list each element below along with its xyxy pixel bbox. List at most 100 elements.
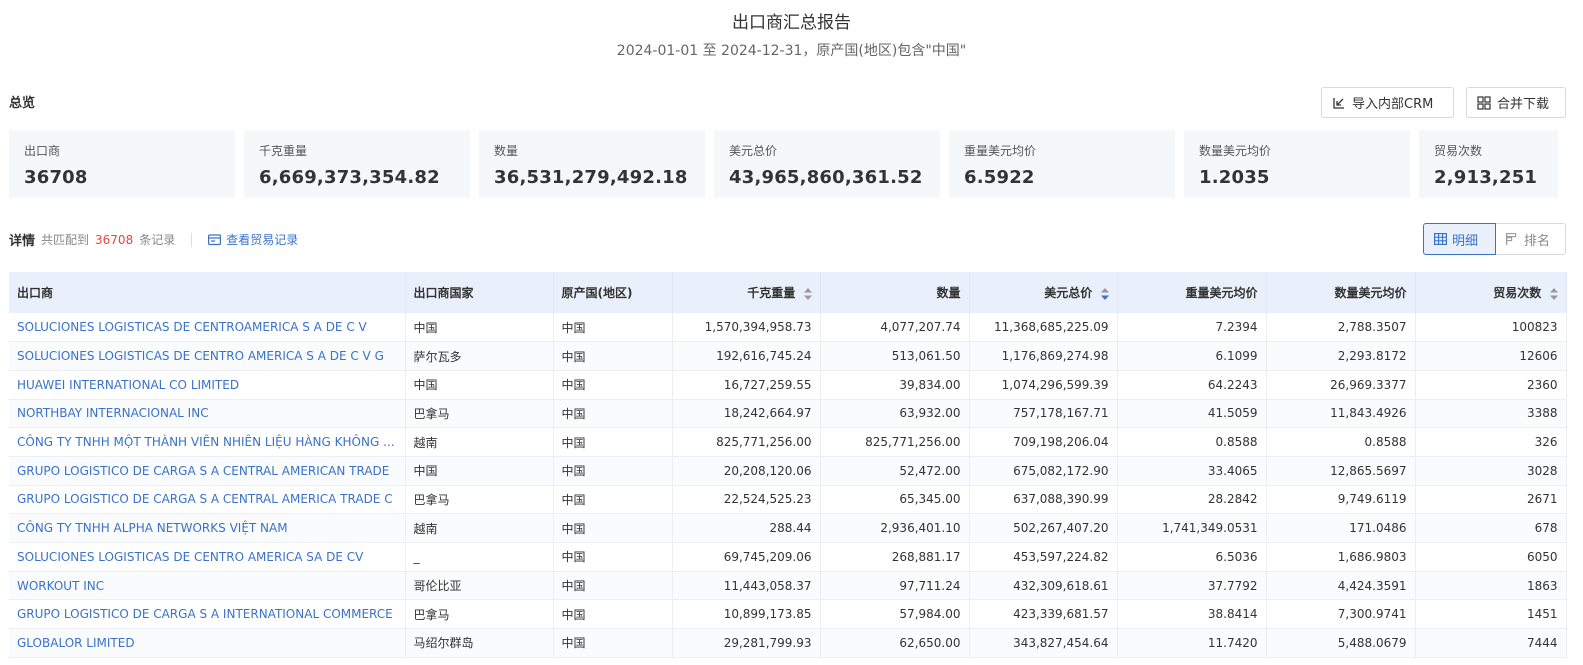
match-prefix: 共匹配到 bbox=[41, 233, 90, 247]
column-header-qty-usd-avg[interactable]: 数量美元均价 bbox=[1266, 272, 1416, 313]
sort-icon[interactable] bbox=[803, 287, 812, 300]
stat-value: 6.5922 bbox=[964, 167, 1035, 188]
stat-value: 43,965,860,361.52 bbox=[729, 167, 923, 188]
exporter-name-link[interactable]: NORTHBAY INTERNACIONAL INC bbox=[9, 399, 406, 429]
sort-desc-icon[interactable] bbox=[1100, 287, 1109, 300]
column-label: 千克重量 bbox=[747, 286, 796, 300]
table-cell: 513,061.50 bbox=[820, 341, 970, 371]
stat-label: 贸易次数 bbox=[1434, 144, 1483, 158]
column-header-origin-country[interactable]: 原产国(地区) bbox=[553, 272, 673, 313]
stat-card-weight-avg: 重量美元均价 6.5922 bbox=[949, 130, 1175, 198]
exporter-name-link[interactable]: WORKOUT INC bbox=[9, 571, 406, 601]
table-row[interactable]: GRUPO LOGISTICO DE CARGA S A INTERNATION… bbox=[9, 599, 1567, 630]
stat-label: 千克重量 bbox=[259, 144, 308, 158]
table-cell: 6050 bbox=[1415, 542, 1567, 572]
table-row[interactable]: HUAWEI INTERNATIONAL CO LIMITED 中国 中国 16,72… bbox=[9, 370, 1567, 400]
exporter-name-link[interactable]: CÔNG TY TNHH MỘT THÀNH VIÊN NHIÊN LIỆU H… bbox=[9, 427, 406, 457]
table-cell: 12,865.5697 bbox=[1266, 456, 1416, 486]
column-header-weight-usd-avg[interactable]: 重量美元均价 bbox=[1117, 272, 1267, 313]
stat-label: 出口商 bbox=[24, 144, 61, 158]
table-cell: 709,198,206.04 bbox=[969, 427, 1118, 457]
table-cell: 432,309,618.61 bbox=[969, 571, 1118, 601]
stat-value: 36,531,279,492.18 bbox=[494, 167, 688, 188]
table-cell: 757,178,167.71 bbox=[969, 399, 1118, 429]
table-cell: 哥伦比亚 bbox=[405, 571, 554, 601]
table-row[interactable]: SOLUCIONES LOGISTICAS DE CENTRO AMERICA … bbox=[9, 341, 1567, 371]
exporter-name-link[interactable]: CÔNG TY TNHH ALPHA NETWORKS VIỆT NAM bbox=[9, 513, 406, 543]
table-cell: 18,242,664.97 bbox=[672, 399, 821, 429]
stats-row: 出口商 36708 千克重量 6,669,373,354.82 数量 36,53… bbox=[9, 130, 1558, 198]
view-rank-label: 排名 bbox=[1524, 233, 1551, 249]
stat-label: 美元总价 bbox=[729, 144, 778, 158]
exporter-name-link[interactable]: SOLUCIONES LOGISTICAS DE CENTROAMERICA S… bbox=[9, 313, 406, 343]
table-row[interactable]: GRUPO LOGISTICO DE CARGA S A CENTRAL AME… bbox=[9, 485, 1567, 515]
column-header-usd-total[interactable]: 美元总价 bbox=[969, 272, 1118, 313]
table-cell: 637,088,390.99 bbox=[969, 485, 1118, 515]
merge-download-button[interactable]: 合并下载 bbox=[1466, 87, 1566, 118]
table-cell: 453,597,224.82 bbox=[969, 542, 1118, 572]
table-row[interactable]: GRUPO LOGISTICO DE CARGA S A CENTRAL AME… bbox=[9, 456, 1567, 486]
table-cell: 越南 bbox=[405, 427, 554, 457]
match-count: 36708 bbox=[95, 232, 134, 247]
table-cell: 11,843.4926 bbox=[1266, 399, 1416, 429]
exporter-name-link[interactable]: GRUPO LOGISTICO DE CARGA S A CENTRAL AME… bbox=[9, 485, 406, 515]
column-header-exporter-country[interactable]: 出口商国家 bbox=[405, 272, 554, 313]
column-label: 数量 bbox=[936, 286, 961, 300]
table-row[interactable]: SOLUCIONES LOGISTICAS DE CENTRO AMERICA … bbox=[9, 542, 1567, 572]
table-cell: 7444 bbox=[1415, 628, 1567, 658]
table-cell: 825,771,256.00 bbox=[820, 427, 970, 457]
stat-label: 重量美元均价 bbox=[964, 144, 1037, 158]
exporter-name-link[interactable]: GRUPO LOGISTICO DE CARGA S A INTERNATION… bbox=[9, 599, 406, 630]
table-cell: 64.2243 bbox=[1117, 370, 1267, 400]
sort-icon[interactable] bbox=[1549, 287, 1558, 300]
exporter-name-link[interactable]: SOLUCIONES LOGISTICAS DE CENTRO AMERICA … bbox=[9, 542, 406, 572]
column-header-weight-kg[interactable]: 千克重量 bbox=[672, 272, 821, 313]
stat-label: 数量美元均价 bbox=[1199, 144, 1272, 158]
stat-card-trades: 贸易次数 2,913,251 bbox=[1419, 130, 1558, 198]
import-crm-button[interactable]: 导入内部CRM bbox=[1321, 87, 1454, 118]
table-cell: 39,834.00 bbox=[820, 370, 970, 400]
table-row[interactable]: WORKOUT INC 哥伦比亚 中国 11,443,058.37 97,711.24 4… bbox=[9, 571, 1567, 601]
exporter-name-link[interactable]: GRUPO LOGISTICO DE CARGA S A CENTRAL AME… bbox=[9, 456, 406, 486]
column-label: 数量美元均价 bbox=[1334, 286, 1407, 300]
view-trade-records-link[interactable]: 查看贸易记录 bbox=[208, 231, 298, 248]
table-row[interactable]: SOLUCIONES LOGISTICAS DE CENTROAMERICA S… bbox=[9, 313, 1567, 343]
table-cell: 4,424.3591 bbox=[1266, 571, 1416, 601]
view-rank-button[interactable]: 排名 bbox=[1496, 223, 1566, 255]
table-cell: 502,267,407.20 bbox=[969, 513, 1118, 543]
view-trade-records-label: 查看贸易记录 bbox=[226, 233, 299, 247]
table-cell: 中国 bbox=[553, 485, 673, 515]
table-row[interactable]: NORTHBAY INTERNACIONAL INC 巴拿马 中国 18,242,66… bbox=[9, 399, 1567, 429]
trade-records-icon bbox=[208, 233, 222, 245]
stat-label: 数量 bbox=[494, 144, 519, 158]
table-row[interactable]: CÔNG TY TNHH MỘT THÀNH VIÊN NHIÊN LIỆU H… bbox=[9, 427, 1567, 457]
table-cell: 马绍尔群岛 bbox=[405, 628, 554, 658]
table-cell: 巴拿马 bbox=[405, 599, 554, 630]
table-cell: 343,827,454.64 bbox=[969, 628, 1118, 658]
column-header-trade-count[interactable]: 贸易次数 bbox=[1415, 272, 1567, 313]
exporter-name-link[interactable]: SOLUCIONES LOGISTICAS DE CENTRO AMERICA … bbox=[9, 341, 406, 371]
table-cell: 69,745,209.06 bbox=[672, 542, 821, 572]
stat-card-weight: 千克重量 6,669,373,354.82 bbox=[244, 130, 470, 198]
table-cell: 中国 bbox=[553, 542, 673, 572]
column-header-quantity[interactable]: 数量 bbox=[820, 272, 970, 313]
table-cell: 423,339,681.57 bbox=[969, 599, 1118, 630]
column-label: 原产国(地区) bbox=[561, 286, 633, 300]
table-row[interactable]: CÔNG TY TNHH ALPHA NETWORKS VIỆT NAM 越南 中国… bbox=[9, 513, 1567, 543]
column-label: 重量美元均价 bbox=[1185, 286, 1258, 300]
table-cell: 100823 bbox=[1415, 313, 1567, 343]
exporter-name-link[interactable]: GLOBALOR LIMITED bbox=[9, 628, 406, 658]
table-cell: 1451 bbox=[1415, 599, 1567, 630]
table-cell: 28.2842 bbox=[1117, 485, 1267, 515]
table-cell: 4,077,207.74 bbox=[820, 313, 970, 343]
table-row[interactable]: GLOBALOR LIMITED 马绍尔群岛 中国 29,281,799.93 62,6… bbox=[9, 628, 1567, 658]
table-cell: 中国 bbox=[553, 513, 673, 543]
column-header-exporter[interactable]: 出口商 bbox=[9, 272, 406, 313]
view-detail-label: 明细 bbox=[1452, 233, 1479, 249]
view-toggle: 明细 排名 bbox=[1423, 223, 1566, 255]
exporter-name-link[interactable]: HUAWEI INTERNATIONAL CO LIMITED bbox=[9, 370, 406, 400]
table-cell: 中国 bbox=[553, 427, 673, 457]
view-detail-button[interactable]: 明细 bbox=[1423, 223, 1496, 255]
table-cell: 41.5059 bbox=[1117, 399, 1267, 429]
table-cell: 2671 bbox=[1415, 485, 1567, 515]
